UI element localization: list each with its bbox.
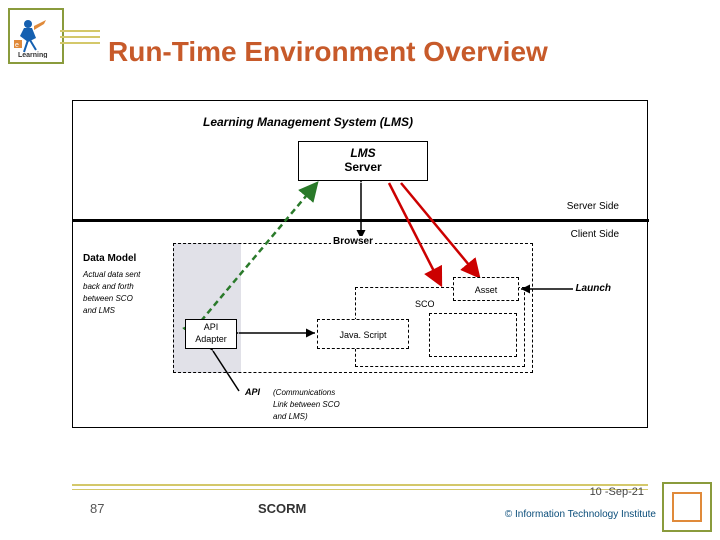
lms-heading: Learning Management System (LMS)	[203, 115, 413, 129]
footer-rule-2	[72, 489, 648, 490]
api-l1: API	[186, 322, 236, 334]
svg-text:Learning: Learning	[18, 52, 48, 58]
javascript-box: Java. Script	[317, 319, 409, 349]
logo-corner-br	[662, 482, 712, 532]
api-note: (Communications Link between SCO and LMS…	[273, 387, 340, 423]
date-label: 10 -Sep-21	[590, 486, 644, 498]
diagram-frame: Learning Management System (LMS) LMS Ser…	[72, 100, 648, 428]
copyright-label: © Information Technology Institute	[505, 509, 656, 520]
server-side-label: Server Side	[567, 201, 619, 212]
lms-server-box: LMS Server	[298, 141, 428, 181]
data-model-sub: Actual data sent back and forth between …	[83, 269, 140, 317]
sco-label: SCO	[415, 299, 435, 309]
data-model-label: Data Model	[83, 253, 136, 264]
page-number: 87	[90, 501, 104, 516]
footer-rule	[72, 484, 648, 486]
scorm-footer-label: SCORM	[258, 501, 306, 516]
lms-server-line2: Server	[299, 160, 427, 174]
decorative-stripes	[60, 30, 100, 44]
client-side-label: Client Side	[571, 229, 619, 240]
api-note-label: API	[245, 387, 260, 397]
inner-square-icon	[672, 492, 702, 522]
divider-line	[73, 219, 649, 222]
api-adapter-box: API Adapter	[185, 319, 237, 349]
browser-label: Browser	[331, 236, 375, 247]
page-title: Run-Time Environment Overview	[108, 36, 548, 68]
svg-text:e: e	[15, 42, 19, 49]
launch-label: Launch	[575, 283, 611, 294]
slide: Learning e Run-Time Environment Overview…	[0, 0, 720, 540]
learning-logo-icon: Learning e	[14, 14, 58, 58]
api-l2: Adapter	[186, 334, 236, 346]
lms-server-line1: LMS	[299, 146, 427, 160]
logo-corner-tl: Learning e	[8, 8, 64, 64]
asset-box: Asset	[453, 277, 519, 301]
